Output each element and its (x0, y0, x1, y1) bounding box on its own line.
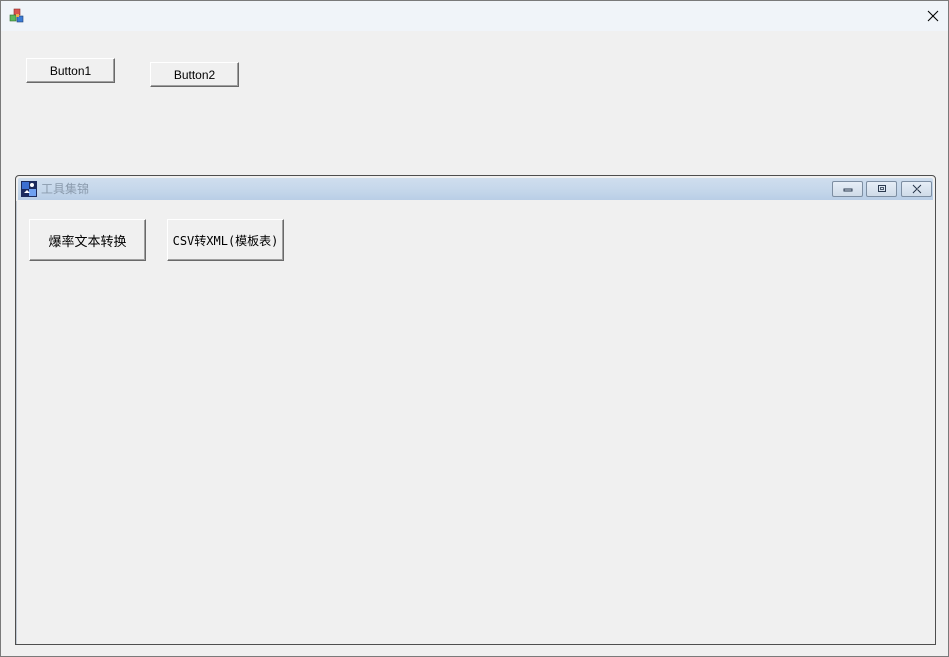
child-title-bar[interactable]: 工具集锦 (18, 178, 933, 200)
child-content-area: 爆率文本转换 CSV转XML(模板表) (16, 201, 935, 644)
child-restore-button[interactable] (866, 181, 897, 197)
app-cubes-icon (9, 8, 25, 24)
close-icon (927, 10, 939, 22)
child-window-title: 工具集锦 (41, 182, 90, 196)
csv-to-xml-button[interactable]: CSV转XML(模板表) (167, 219, 284, 261)
close-icon (912, 184, 922, 194)
main-window: Button1 Button2 工具集锦 爆率文本转换 CSV转XML(模板表) (0, 0, 949, 657)
drop-rate-text-convert-button[interactable]: 爆率文本转换 (29, 219, 146, 261)
button1[interactable]: Button1 (26, 58, 115, 83)
child-close-button[interactable] (901, 181, 932, 197)
window-close-button[interactable] (918, 1, 948, 31)
restore-icon (877, 185, 886, 192)
title-bar[interactable] (1, 1, 948, 31)
button2[interactable]: Button2 (150, 62, 239, 87)
child-minimize-button[interactable] (832, 181, 863, 197)
minimize-icon (843, 188, 852, 192)
child-app-icon (21, 181, 37, 197)
tools-child-window: 工具集锦 爆率文本转换 CSV转XML(模板表) (15, 175, 936, 645)
